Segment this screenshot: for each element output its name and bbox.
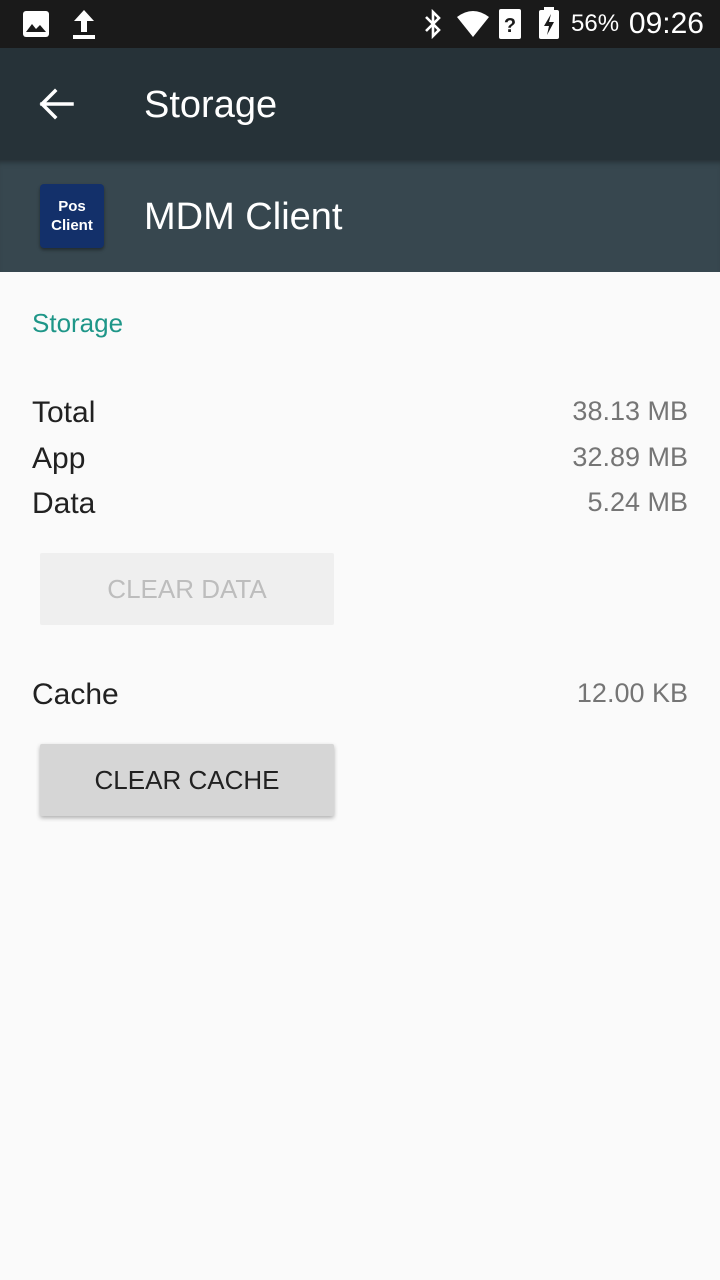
clear-data-button[interactable]: CLEAR DATA: [40, 553, 334, 625]
arrow-back-icon: [39, 88, 74, 120]
battery-percent: 56%: [571, 10, 620, 37]
cache-value: 12.00 KB: [576, 678, 688, 708]
status-bar: ? 56% 09:26: [0, 0, 720, 48]
section-title: Storage: [32, 308, 124, 338]
clear-cache-button[interactable]: CLEAR CACHE: [40, 744, 334, 816]
app-header: Pos Client MDM Client: [0, 160, 720, 272]
image-icon: [22, 10, 50, 43]
app-icon-line1: Pos: [58, 198, 86, 215]
total-value: 38.13 MB: [572, 396, 688, 426]
data-label: Data: [32, 487, 96, 520]
cache-label: Cache: [32, 678, 119, 711]
battery-charging-icon: [538, 6, 560, 45]
app-name: MDM Client: [144, 196, 343, 238]
total-label: Total: [32, 396, 96, 429]
back-button[interactable]: [24, 72, 88, 136]
app-value: 32.89 MB: [572, 442, 688, 472]
app-label: App: [32, 442, 86, 475]
clock: 09:26: [628, 7, 704, 40]
wifi-icon: [456, 10, 490, 43]
toolbar: Storage: [0, 48, 720, 160]
bluetooth-icon: [422, 8, 444, 44]
data-value: 5.24 MB: [587, 487, 688, 517]
app-icon-line2: Client: [51, 217, 93, 234]
page-title: Storage: [144, 84, 278, 126]
svg-text:?: ?: [504, 15, 516, 37]
signal-unknown-icon: ?: [498, 8, 522, 45]
app-icon: Pos Client: [40, 184, 104, 248]
upload-icon: [70, 8, 98, 45]
